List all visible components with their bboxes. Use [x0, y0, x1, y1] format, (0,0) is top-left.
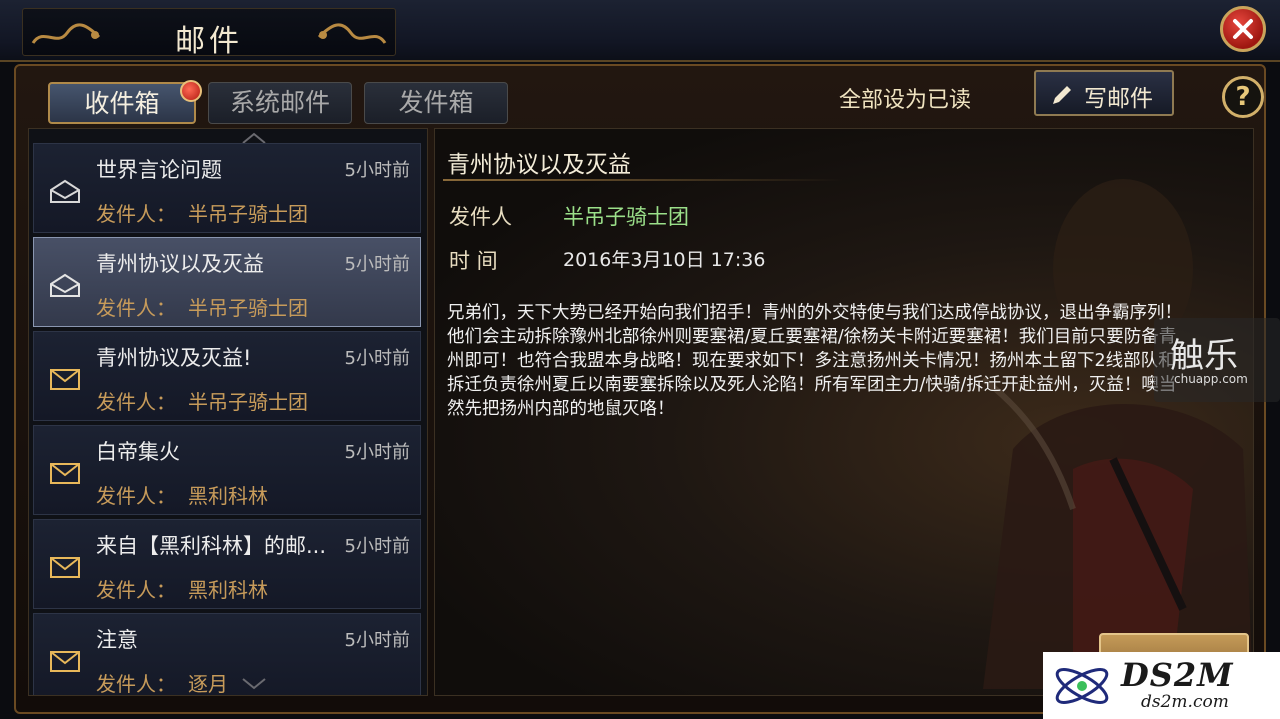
write-mail-label: 写邮件 — [1084, 86, 1153, 112]
mail-sender-label: 发件人： — [96, 296, 176, 320]
mail-sender-label: 发件人： — [96, 390, 176, 414]
title-plate: 邮件 — [22, 8, 396, 59]
mail-time: 5小时前 — [344, 536, 410, 557]
close-button[interactable] — [1220, 6, 1266, 52]
detail-sender-label: 发件人 — [449, 205, 512, 229]
mail-subject: 青州协议及灭益! — [96, 346, 252, 370]
atom-logo-icon — [1055, 668, 1109, 704]
mail-sender-label: 发件人： — [96, 484, 176, 508]
mail-subject: 世界言论问题 — [96, 158, 222, 182]
open-envelope-icon — [50, 179, 80, 203]
mail-list-item[interactable]: 世界言论问题 5小时前 发件人： 半吊子骑士团 — [33, 143, 421, 233]
envelope-icon — [50, 557, 80, 578]
watermark-url: ds2m.com — [1141, 692, 1229, 712]
detail-time: 2016年3月10日 17:36 — [563, 249, 766, 271]
chevron-down-icon — [242, 678, 266, 690]
dragon-ornament-icon — [317, 23, 387, 44]
mail-list-item[interactable]: 白帝集火 5小时前 发件人： 黑利科林 — [33, 425, 421, 515]
ds2m-watermark: DS2M ds2m.com — [1043, 652, 1280, 719]
mail-body: 兄弟们，天下大势已经开始向我们招手！青州的外交特使与我们达成停战协议，退出争霸序… — [447, 303, 1182, 419]
mail-list-item[interactable]: 青州协议及灭益! 5小时前 发件人： 半吊子骑士团 — [33, 331, 421, 421]
mail-sender-label: 发件人： — [96, 202, 176, 226]
tab-outbox[interactable]: 发件箱 — [364, 82, 508, 124]
close-icon — [1233, 19, 1253, 39]
mail-sender: 半吊子骑士团 — [188, 390, 308, 414]
envelope-icon — [50, 463, 80, 484]
mail-sender: 黑利科林 — [188, 484, 268, 508]
pencil-icon — [1053, 86, 1071, 104]
envelope-icon — [50, 369, 80, 390]
write-mail-button[interactable]: 写邮件 — [1034, 70, 1174, 116]
detail-sender: 半吊子骑士团 — [563, 205, 689, 229]
mail-sender-label: 发件人： — [96, 672, 176, 696]
mail-list[interactable]: 世界言论问题 5小时前 发件人： 半吊子骑士团 青州协议以及灭益 5小时前 发件… — [28, 128, 428, 696]
mail-sender: 逐月 — [188, 672, 228, 696]
mark-all-read-button[interactable]: 全部设为已读 — [830, 82, 980, 113]
chuapp-watermark: 触乐 chuapp.com — [1154, 318, 1280, 402]
mail-sender: 黑利科林 — [188, 578, 268, 602]
watermark-text: 触乐 — [1170, 336, 1238, 376]
mail-list-item[interactable]: 来自【黑利科林】的邮... 5小时前 发件人： 黑利科林 — [33, 519, 421, 609]
mail-detail-title: 青州协议以及灭益 — [447, 152, 631, 178]
detail-time-label: 时 间 — [449, 249, 498, 273]
unread-dot-badge — [180, 80, 202, 102]
mail-detail-panel: 青州协议以及灭益 发件人 半吊子骑士团 时 间 2016年3月10日 17:36… — [434, 128, 1254, 696]
open-envelope-icon — [50, 273, 80, 297]
watermark-text: DS2M — [1121, 656, 1234, 694]
title-divider — [443, 179, 843, 181]
tab-system-mail[interactable]: 系统邮件 — [208, 82, 352, 124]
mail-sender-label: 发件人： — [96, 578, 176, 602]
mail-time: 5小时前 — [344, 442, 410, 463]
mail-time: 5小时前 — [344, 160, 410, 181]
mail-sender: 半吊子骑士团 — [188, 202, 308, 226]
mail-time: 5小时前 — [344, 254, 410, 275]
envelope-icon — [50, 651, 80, 672]
help-button[interactable]: ? — [1222, 76, 1264, 118]
mail-subject: 注意 — [96, 628, 138, 652]
mail-list-item[interactable]: 注意 5小时前 发件人： 逐月 — [33, 613, 421, 696]
watermark-url: chuapp.com — [1174, 372, 1248, 386]
mail-list-item[interactable]: 青州协议以及灭益 5小时前 发件人： 半吊子骑士团 — [33, 237, 421, 327]
mail-subject: 白帝集火 — [96, 440, 180, 464]
title-bar: 邮件 — [0, 0, 1280, 62]
mail-time: 5小时前 — [344, 630, 410, 651]
mail-subject: 来自【黑利科林】的邮... — [96, 534, 327, 558]
mail-subject: 青州协议以及灭益 — [96, 252, 264, 276]
mail-time: 5小时前 — [344, 348, 410, 369]
tab-inbox[interactable]: 收件箱 — [48, 82, 196, 124]
mail-sender: 半吊子骑士团 — [188, 296, 308, 320]
